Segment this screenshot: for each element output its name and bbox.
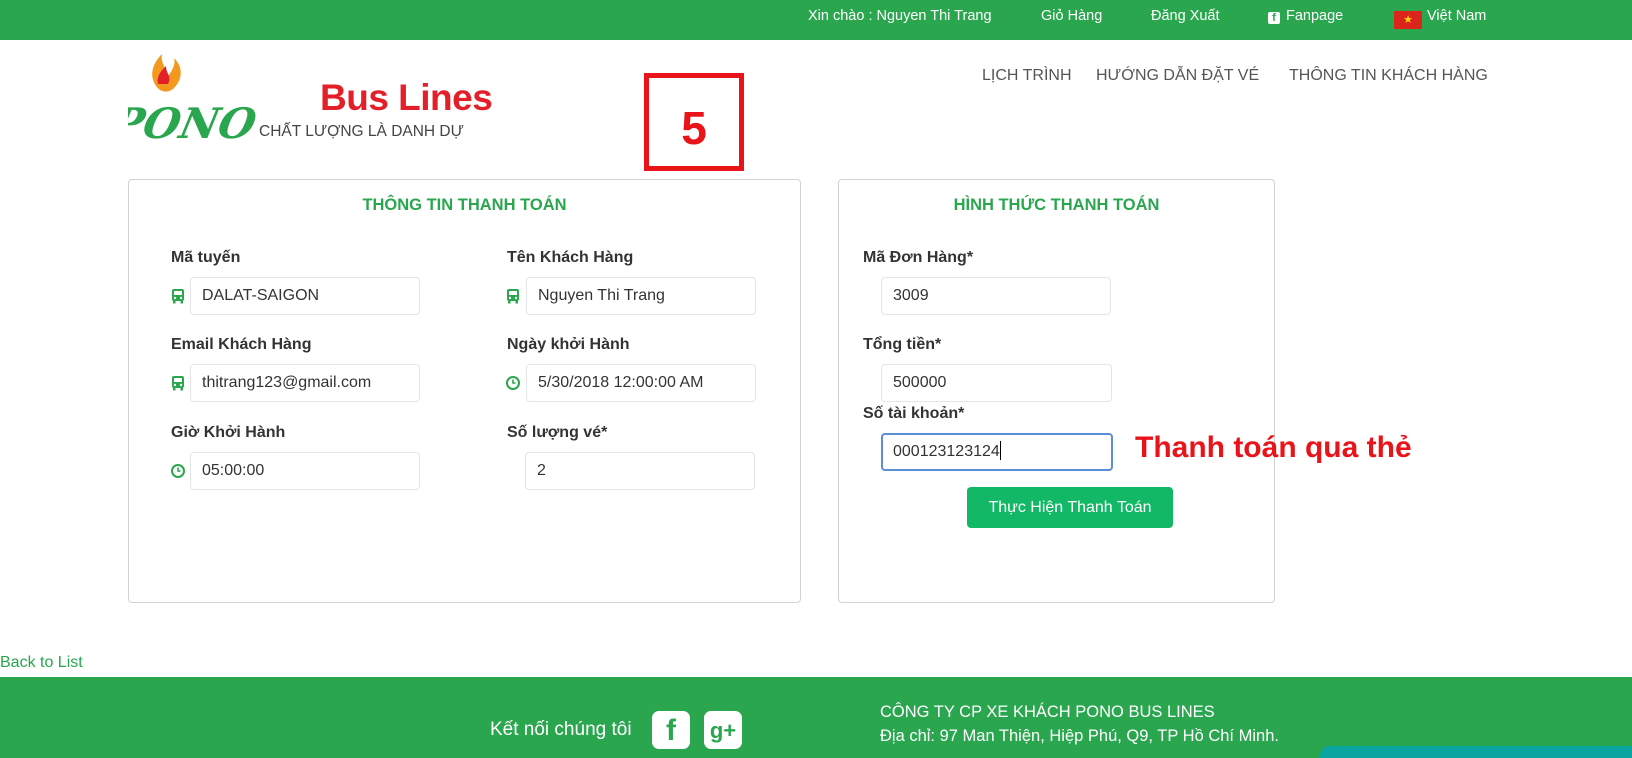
facebook-icon[interactable]: f [652,711,690,749]
top-bar: Xin chào : Nguyen Thi Trang Giỏ Hàng Đăn… [0,0,1632,40]
language-selector[interactable]: ★ Việt Nam [1394,8,1486,29]
clock-icon [171,464,185,478]
customer-email-input[interactable]: thitrang123@gmail.com [190,364,420,402]
fanpage-label: Fanpage [1286,8,1344,24]
logo-mark-text: PONO [128,99,261,145]
nav-item-schedule[interactable]: LỊCH TRÌNH [982,67,1072,85]
account-number-value: 000123123124 [893,443,1000,460]
route-code-input[interactable]: DALAT-SAIGON [190,277,420,315]
clock-icon [506,376,520,390]
company-name: CÔNG TY CP XE KHÁCH PONO BUS LINES [880,703,1215,721]
departure-date-input[interactable]: 5/30/2018 12:00:00 AM [526,364,756,402]
account-number-label: Số tài khoản* [863,405,965,422]
company-address: Địa chỉ: 97 Man Thiện, Hiệp Phú, Q9, TP … [880,727,1279,745]
card-payment-annotation: Thanh toán qua thẻ [1135,431,1412,464]
customer-name-input[interactable]: Nguyen Thi Trang [526,277,756,315]
customer-email-label: Email Khách Hàng [171,336,312,353]
ticket-quantity-label: Số lượng vé* [507,424,608,441]
departure-time-input[interactable]: 05:00:00 [190,452,420,490]
account-number-input[interactable]: 000123123124 [881,433,1113,471]
bus-icon [172,376,184,391]
brand-name: Bus Lines [320,77,493,118]
footer: Kết nối chúng tôi f g+ CÔNG TY CP XE KHÁ… [0,677,1632,758]
logout-link[interactable]: Đăng Xuất [1151,8,1220,24]
bus-icon [507,289,519,304]
text-caret [999,441,1001,460]
submit-payment-button[interactable]: Thực Hiện Thanh Toán [967,487,1173,528]
total-amount-input[interactable]: 500000 [881,364,1112,402]
chat-widget-tab[interactable] [1320,746,1632,758]
step-number-annotation: 5 [644,73,744,171]
departure-time-label: Giờ Khởi Hành [171,424,286,441]
facebook-icon: f [1268,12,1280,24]
nav-item-booking-guide[interactable]: HƯỚNG DẪN ĐẶT VÉ [1096,67,1259,85]
bus-icon [172,289,184,304]
payment-method-title: HÌNH THỨC THANH TOÁN [953,196,1160,214]
ticket-quantity-input[interactable]: 2 [525,452,755,490]
vietnam-flag-icon: ★ [1394,11,1422,29]
customer-name-label: Tên Khách Hàng [507,249,634,266]
brand-slogan: CHẤT LƯỢNG LÀ DANH DỰ [259,123,464,140]
connect-label: Kết nối chúng tôi [490,719,632,740]
language-label: Việt Nam [1427,8,1487,24]
fanpage-link[interactable]: f Fanpage [1268,8,1343,24]
nav-item-customer-info[interactable]: THÔNG TIN KHÁCH HÀNG [1289,67,1488,85]
cart-link[interactable]: Giỏ Hàng [1041,8,1102,24]
route-code-label: Mã tuyến [171,249,241,266]
total-amount-label: Tổng tiền* [863,336,942,353]
greeting-text: Xin chào : Nguyen Thi Trang [808,8,992,24]
google-plus-icon[interactable]: g+ [704,711,742,749]
order-id-label: Mã Đơn Hàng* [863,249,974,266]
order-id-input[interactable]: 3009 [881,277,1111,315]
departure-date-label: Ngày khởi Hành [507,336,630,353]
payment-info-title: THÔNG TIN THANH TOÁN [362,196,567,214]
back-to-list-link[interactable]: Back to List [0,654,83,672]
